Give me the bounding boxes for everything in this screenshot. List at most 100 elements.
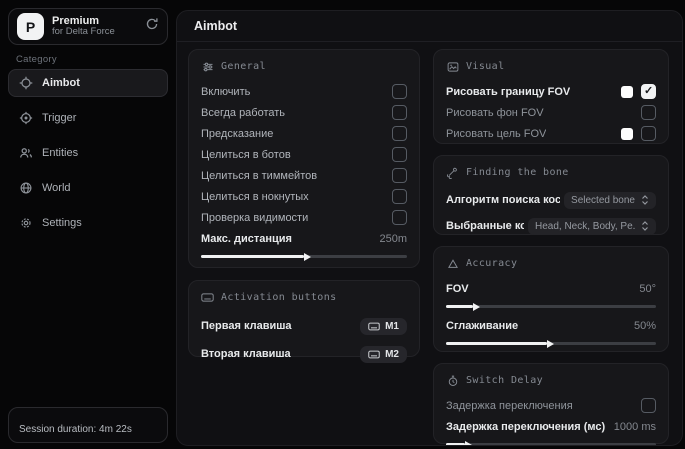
sidebar-item-trigger[interactable]: Trigger <box>8 104 168 132</box>
bone-algorithm-dropdown[interactable]: Selected bone <box>564 191 656 209</box>
unfold-icon <box>642 195 648 205</box>
triangle-icon <box>446 257 459 270</box>
fov-slider[interactable] <box>446 302 656 311</box>
switch-delay-section-header: Switch Delay <box>446 374 656 387</box>
slider-thumb[interactable] <box>546 339 554 348</box>
accuracy-section-header: Accuracy <box>446 257 656 270</box>
visual-card: Visual Рисовать границу FOV Рисовать фон… <box>433 49 669 144</box>
slider-fill <box>446 339 554 348</box>
checkbox[interactable] <box>392 126 407 141</box>
slider-row-fov: FOV 50° <box>446 278 656 299</box>
sidebar-item-label: World <box>42 182 71 194</box>
slider-label: Задержка переключения (мс) <box>446 420 606 433</box>
visual-label: Рисовать границу FOV <box>446 85 571 98</box>
sidebar-item-entities[interactable]: Entities <box>8 139 168 167</box>
page-title: Aimbot <box>194 19 238 33</box>
toggle-label: Всегда работать <box>201 106 286 119</box>
sidebar-item-label: Settings <box>42 217 82 229</box>
slider-thumb[interactable] <box>464 440 472 445</box>
section-title: Accuracy <box>466 258 518 269</box>
sidebar-item-world[interactable]: World <box>8 174 168 202</box>
slider-value: 250m <box>379 232 407 245</box>
keyboard-icon <box>368 350 380 358</box>
keybind-row: Первая клавиша M1 <box>201 312 407 340</box>
color-swatch[interactable] <box>621 127 633 140</box>
entities-icon <box>19 146 33 160</box>
main-header: Aimbot <box>177 11 682 42</box>
visual-row: Рисовать границу FOV <box>446 81 656 102</box>
checkbox[interactable] <box>392 84 407 99</box>
category-label: Category <box>16 54 57 65</box>
target-icon <box>19 111 33 125</box>
checkbox[interactable] <box>392 147 407 162</box>
general-section-header: General <box>201 60 407 73</box>
refresh-icon[interactable] <box>145 17 159 36</box>
slider-value: 50% <box>633 319 656 332</box>
sidebar: P Premium for Delta Force Category Aimbo… <box>0 0 176 449</box>
dropdown-label: Алгоритм поиска кост <box>446 194 561 206</box>
section-title: Visual <box>466 61 505 72</box>
keyboard-icon <box>368 322 380 330</box>
left-column: General Включить Всегда работать Предска… <box>188 49 420 444</box>
toggle-row: Включить <box>201 81 407 102</box>
keybind-button[interactable]: M2 <box>360 345 407 363</box>
toggle-row: Целиться в нокнутых <box>201 186 407 207</box>
slider-row-max-distance: Макс. дистанция 250m <box>201 228 407 249</box>
checkbox[interactable] <box>392 105 407 120</box>
visual-label: Рисовать фон FOV <box>446 106 544 119</box>
checkbox[interactable] <box>392 168 407 183</box>
toggle-label: Целиться в тиммейтов <box>201 169 318 182</box>
section-title: Finding the bone <box>466 167 569 178</box>
toggle-row: Задержка переключения <box>446 395 656 416</box>
checkbox[interactable] <box>392 210 407 225</box>
sidebar-item-settings[interactable]: Settings <box>8 209 168 237</box>
toggle-row: Предсказание <box>201 123 407 144</box>
slider-thumb[interactable] <box>304 252 311 261</box>
smoothing-slider[interactable] <box>446 339 656 348</box>
keybind-label: Первая клавиша <box>201 320 292 332</box>
checkbox[interactable] <box>392 189 407 204</box>
toggle-row: Проверка видимости <box>201 207 407 228</box>
slider-row-switch-delay: Задержка переключения (мс) 1000 ms <box>446 416 656 437</box>
toggle-row: Всегда работать <box>201 102 407 123</box>
slider-thumb[interactable] <box>473 302 481 311</box>
toggle-label: Включить <box>201 85 251 98</box>
dropdown-value: Selected bone <box>571 194 635 206</box>
main-panel: Aimbot General Включить Всегда работать … <box>176 10 683 446</box>
selected-bones-dropdown[interactable]: Head, Neck, Body, Pe.. <box>528 217 656 235</box>
brand-text: Premium for Delta Force <box>52 15 137 39</box>
toggle-row: Целиться в тиммейтов <box>201 165 407 186</box>
bone-section-header: Finding the bone <box>446 166 656 179</box>
keybind-button[interactable]: M1 <box>360 317 407 335</box>
app-logo: P <box>17 13 44 40</box>
checkbox[interactable] <box>641 84 656 99</box>
brand-card: P Premium for Delta Force <box>8 8 168 45</box>
sidebar-item-aimbot[interactable]: Aimbot <box>8 69 168 97</box>
bone-card: Finding the bone Алгоритм поиска кост Se… <box>433 155 669 235</box>
slider-fill <box>201 252 311 261</box>
app-window: P Premium for Delta Force Category Aimbo… <box>0 0 685 449</box>
slider-label: Сглаживание <box>446 319 519 332</box>
keybind-row: Вторая клавиша M2 <box>201 340 407 368</box>
visual-label: Рисовать цель FOV <box>446 127 547 140</box>
slider-value: 1000 ms <box>613 420 656 433</box>
toggle-label: Предсказание <box>201 127 274 140</box>
color-swatch[interactable] <box>621 85 633 98</box>
sidebar-item-label: Trigger <box>42 112 77 124</box>
bone-icon <box>446 166 459 179</box>
bone-row: Алгоритм поиска кост Selected bone <box>446 187 656 213</box>
main-body: General Включить Всегда работать Предска… <box>177 42 682 445</box>
toggle-label: Целиться в ботов <box>201 148 291 161</box>
slider-value: 50° <box>639 282 656 295</box>
checkbox[interactable] <box>641 398 656 413</box>
image-icon <box>446 60 459 73</box>
toggle-row: Целиться в ботов <box>201 144 407 165</box>
dropdown-label: Выбранные кос <box>446 220 524 232</box>
visual-row: Рисовать цель FOV <box>446 123 656 144</box>
switch-delay-slider[interactable] <box>446 440 656 445</box>
checkbox[interactable] <box>641 126 656 141</box>
section-title: Switch Delay <box>466 375 544 386</box>
max-distance-slider[interactable] <box>201 252 407 261</box>
checkbox[interactable] <box>641 105 656 120</box>
keybind-value: M1 <box>385 320 399 332</box>
